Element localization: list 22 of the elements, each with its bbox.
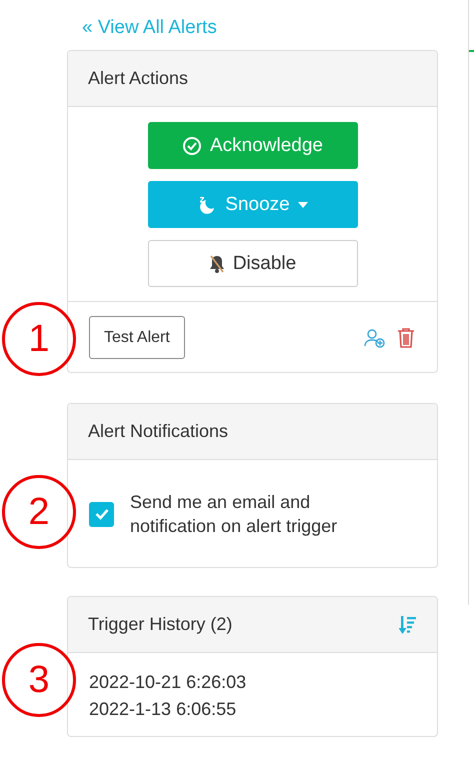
callout-marker: 1 [2,302,76,376]
sort-icon[interactable] [399,614,417,634]
bell-slash-icon [208,254,225,274]
callout-marker: 3 [2,643,76,717]
snooze-dropdown-button[interactable]: Snooze [148,181,358,228]
acknowledge-button[interactable]: Acknowledge [148,122,358,169]
callout-marker: 2 [2,475,76,549]
check-circle-icon [182,136,202,156]
disable-button[interactable]: Disable [148,240,358,287]
trash-icon[interactable] [396,326,416,348]
trigger-timestamp: 2022-10-21 6:26:03 [89,671,248,694]
trigger-timestamp: 2022-1-13 6:06:55 [89,698,238,721]
add-user-icon[interactable] [364,328,386,348]
panel-title: Trigger History (2) [88,614,232,635]
view-all-alerts-link[interactable]: « View All Alerts [82,16,217,40]
panel-title: Alert Actions [88,68,188,89]
checkbox-label: Send me an email and notification on alert trigger [130,491,338,538]
checkmark-icon [94,508,108,520]
panel-title: Alert Notifications [88,421,228,442]
caret-icon [298,202,308,208]
test-alert-button[interactable]: Test Alert [89,316,185,359]
checkbox[interactable] [89,502,114,526]
